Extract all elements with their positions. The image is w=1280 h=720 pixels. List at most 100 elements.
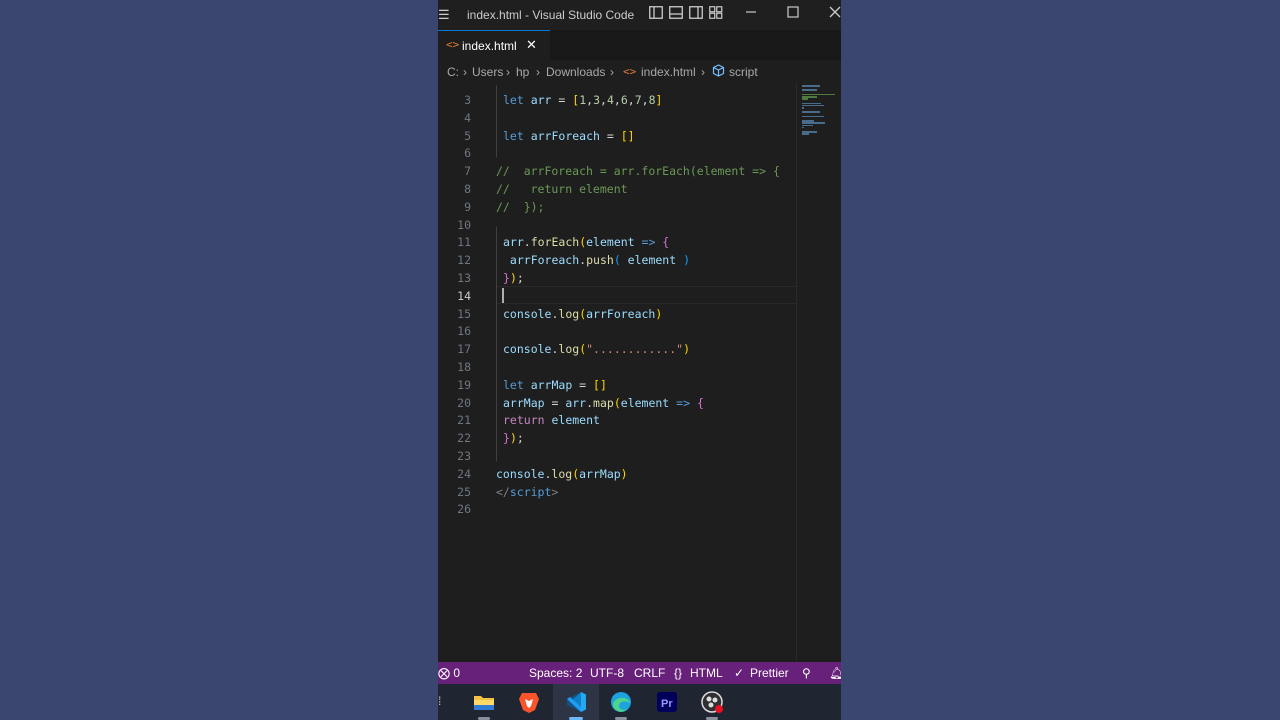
code-token: element bbox=[627, 253, 684, 268]
close-window-icon[interactable] bbox=[827, 6, 841, 22]
toggle-secondary-sidebar-icon[interactable] bbox=[688, 6, 704, 22]
maximize-icon[interactable] bbox=[785, 6, 801, 22]
code-line[interactable]: 3 let arr = [1,3,4,6,7,8] bbox=[438, 91, 796, 109]
code-token: 7 bbox=[634, 93, 642, 107]
code-token: arrForeach bbox=[503, 253, 580, 268]
customize-layout-icon[interactable] bbox=[708, 6, 724, 22]
code-line[interactable]: 22}); bbox=[438, 429, 796, 447]
status-encoding[interactable]: UTF-8 bbox=[590, 666, 624, 680]
code-line[interactable]: 19 let arrMap = [] bbox=[438, 376, 796, 394]
hamburger-menu-icon[interactable]: ☰ bbox=[438, 7, 450, 23]
line-code: }); bbox=[503, 269, 524, 287]
line-number: 15 bbox=[457, 306, 471, 321]
code-line[interactable]: 15 console.log(arrForeach) bbox=[438, 305, 796, 323]
line-code: // return element bbox=[496, 180, 628, 198]
minimap[interactable] bbox=[796, 83, 841, 663]
file-explorer-icon[interactable] bbox=[471, 689, 497, 715]
code-line[interactable]: 16 bbox=[438, 322, 796, 340]
minimap-line bbox=[802, 89, 818, 91]
code-token: } bbox=[503, 431, 510, 446]
code-token: , bbox=[641, 93, 649, 107]
code-line[interactable]: 20 arrMap = arr.map(element => { bbox=[438, 394, 796, 412]
code-token: ) bbox=[509, 431, 517, 446]
check-icon: ✓ bbox=[734, 666, 745, 680]
code-token: ) bbox=[620, 466, 628, 481]
line-code: console.log("............") bbox=[503, 340, 690, 358]
code-line[interactable]: 8 // return element bbox=[438, 180, 796, 198]
code-line[interactable]: 13}); bbox=[438, 269, 796, 287]
code-line[interactable]: 5 let arrForeach = [] bbox=[438, 127, 796, 145]
feedback-icon[interactable]: ⚲ bbox=[802, 666, 811, 680]
code-line[interactable]: 6 bbox=[438, 144, 796, 162]
obs-studio-icon[interactable] bbox=[699, 689, 725, 715]
status-language[interactable]: HTML bbox=[690, 666, 723, 680]
line-number: 7 bbox=[464, 164, 471, 179]
code-line[interactable]: 11 arr.forEach(element => { bbox=[438, 233, 796, 251]
line-code: // arrForeach = arr.forEach(element => { bbox=[496, 162, 780, 180]
premiere-pro-icon[interactable]: Pr bbox=[654, 689, 680, 715]
line-number: 25 bbox=[457, 484, 471, 499]
code-token: element bbox=[586, 235, 642, 250]
code-line[interactable]: 23 bbox=[438, 447, 796, 465]
code-token: arrMap bbox=[530, 377, 580, 392]
status-problems[interactable]: ⨂ 0 bbox=[438, 666, 460, 680]
breadcrumb-separator: › bbox=[506, 65, 510, 79]
tab-close-icon[interactable]: ✕ bbox=[526, 37, 537, 53]
code-line[interactable]: 21 return element bbox=[438, 411, 796, 429]
code-token: > bbox=[551, 484, 559, 499]
vscode-window: ☰ index.html - Visual Studio Code <> ind… bbox=[438, 0, 841, 720]
code-line[interactable]: 4 bbox=[438, 109, 796, 127]
code-token: [] bbox=[620, 128, 635, 143]
breadcrumb-downloads[interactable]: Downloads bbox=[546, 65, 605, 79]
braces-icon: {} bbox=[674, 666, 683, 680]
line-number: 21 bbox=[457, 413, 471, 428]
symbol-cube-icon bbox=[712, 64, 725, 80]
code-token: console bbox=[503, 342, 552, 357]
code-line[interactable]: 12 arrForeach.push( element ) bbox=[438, 251, 796, 269]
code-token: arr bbox=[530, 93, 559, 107]
code-token: , bbox=[613, 93, 621, 107]
edge-browser-icon[interactable] bbox=[608, 689, 634, 715]
line-number: 20 bbox=[457, 395, 471, 410]
breadcrumb-hp[interactable]: hp bbox=[516, 65, 529, 79]
code-editor[interactable]: 3 let arr = [1,3,4,6,7,8] 4 5 let arrForeach… bbox=[438, 83, 796, 663]
code-token: let bbox=[503, 93, 531, 107]
status-eol[interactable]: CRLF bbox=[634, 666, 665, 680]
status-spaces[interactable]: Spaces: 2 bbox=[529, 666, 582, 680]
code-line[interactable]: 9 // }); bbox=[438, 198, 796, 216]
code-token: = bbox=[551, 395, 566, 410]
code-token: 8 bbox=[648, 93, 656, 107]
code-line[interactable]: 26 bbox=[438, 500, 796, 518]
code-token: ) bbox=[683, 342, 690, 357]
code-token: , bbox=[627, 93, 635, 107]
code-line[interactable]: 25 </script> bbox=[438, 483, 796, 501]
line-code: }); bbox=[503, 429, 524, 447]
minimap-line bbox=[802, 115, 824, 118]
code-token: // return element bbox=[496, 182, 628, 196]
breadcrumb-file[interactable]: index.html bbox=[641, 65, 696, 79]
notifications-bell-icon[interactable]: 🔔︎ bbox=[829, 666, 841, 680]
line-code: let arr = [1,3,4,6,7,8] bbox=[503, 91, 662, 109]
code-line[interactable]: 17 console.log("............") bbox=[438, 340, 796, 358]
toggle-panel-icon[interactable] bbox=[668, 6, 684, 22]
breadcrumb-drive[interactable]: C: bbox=[447, 65, 459, 79]
code-line[interactable]: 10 bbox=[438, 216, 796, 234]
status-prettier[interactable]: Prettier bbox=[750, 666, 789, 680]
vscode-taskbar-icon[interactable] bbox=[563, 689, 589, 715]
minimize-icon[interactable] bbox=[743, 6, 759, 22]
title-bar: ☰ index.html - Visual Studio Code bbox=[438, 0, 841, 30]
code-line[interactable]: 7 // arrForeach = arr.forEach(element => … bbox=[438, 162, 796, 180]
code-line[interactable]: 24 console.log(arrMap) bbox=[438, 465, 796, 483]
toggle-primary-sidebar-icon[interactable] bbox=[648, 6, 664, 22]
line-number: 14 bbox=[457, 288, 471, 303]
code-token: log bbox=[558, 342, 580, 357]
brave-browser-icon[interactable] bbox=[516, 689, 542, 715]
breadcrumb-users[interactable]: Users bbox=[472, 65, 503, 79]
code-token: log bbox=[551, 466, 573, 481]
task-view-icon[interactable]: ⁞ bbox=[438, 694, 441, 708]
breadcrumb-symbol[interactable]: script bbox=[729, 65, 758, 79]
tab-index-html[interactable]: <> index.html ✕ bbox=[438, 30, 550, 60]
code-token: </ bbox=[496, 484, 510, 499]
code-line[interactable]: 18 bbox=[438, 358, 796, 376]
code-line[interactable]: 14 bbox=[438, 287, 796, 305]
